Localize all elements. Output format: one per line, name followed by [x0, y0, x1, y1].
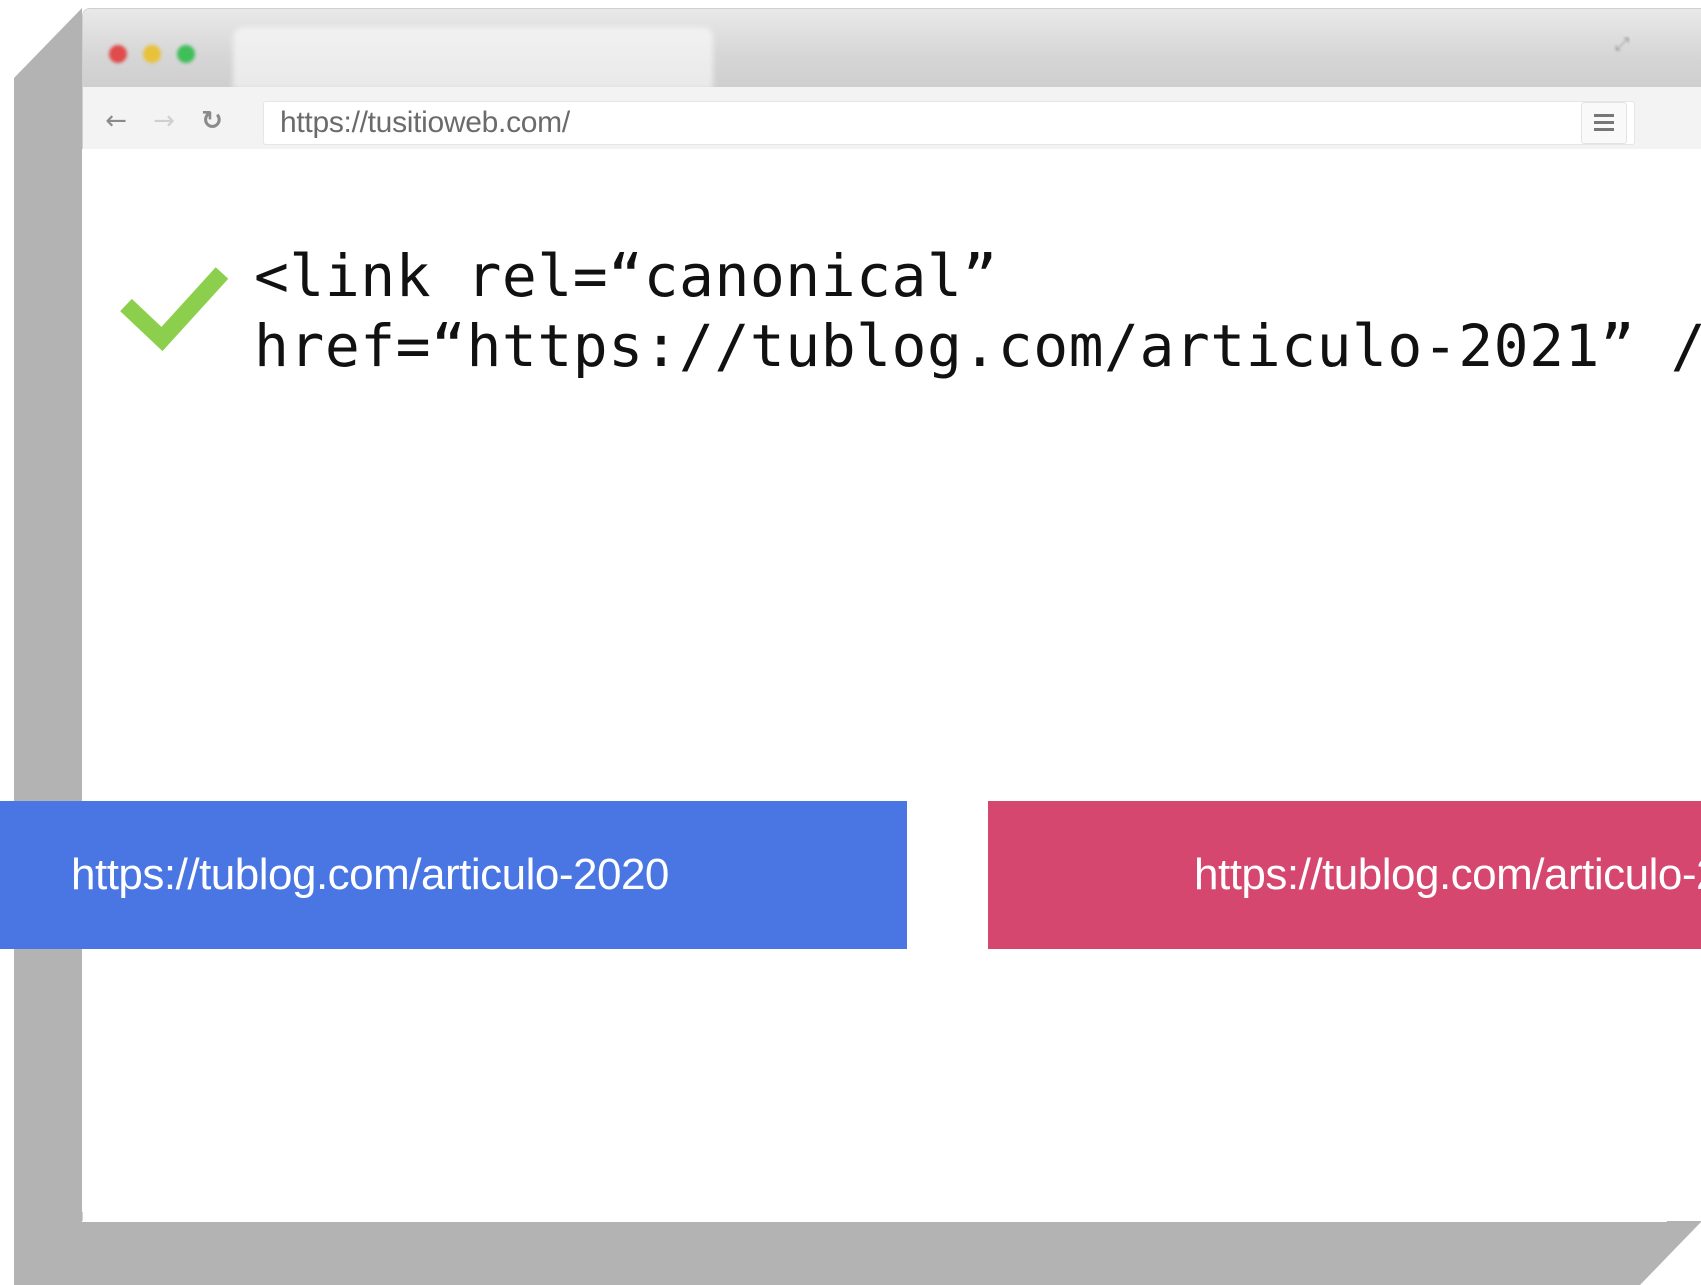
url-box-2021: https://tublog.com/articulo-2021: [988, 801, 1701, 949]
maximize-window-icon[interactable]: [177, 45, 195, 63]
reload-button[interactable]: ↻: [195, 104, 229, 138]
title-bar: ⤢: [83, 9, 1701, 89]
browser-toolbar: ← → ↻ https://tusitioweb.com/ ➔: [83, 87, 1701, 158]
forward-button[interactable]: →: [147, 104, 181, 138]
address-bar[interactable]: https://tusitioweb.com/ ➔: [263, 101, 1635, 145]
browser-menu-button[interactable]: [1581, 102, 1627, 144]
page-content: <link rel=“canonical” href=“https://tubl…: [82, 149, 1701, 1212]
url-box-2021-label: https://tublog.com/articulo-2021: [1194, 850, 1701, 899]
url-box-2020-label: https://tublog.com/articulo-2020: [71, 850, 669, 899]
minimize-window-icon[interactable]: [143, 45, 161, 63]
fullscreen-icon[interactable]: ⤢: [1615, 35, 1635, 55]
code-line-1: <link rel=“canonical”: [254, 242, 998, 310]
hamburger-line: [1594, 128, 1614, 131]
browser-tab[interactable]: [233, 27, 713, 89]
canonical-code: <link rel=“canonical” href=“https://tubl…: [254, 241, 1701, 381]
back-button[interactable]: ←: [99, 104, 133, 138]
checkmark-icon: [120, 267, 229, 351]
close-window-icon[interactable]: [109, 45, 127, 63]
address-url: https://tusitioweb.com/: [280, 106, 570, 139]
hamburger-line: [1594, 114, 1614, 117]
hamburger-line: [1594, 121, 1614, 124]
stage: ⤢ ← → ↻ https://tusitioweb.com/ ➔ <link …: [0, 0, 1701, 1285]
url-box-2020: https://tublog.com/articulo-2020: [0, 801, 907, 949]
code-line-2: href=“https://tublog.com/articulo-2021” …: [254, 312, 1701, 380]
